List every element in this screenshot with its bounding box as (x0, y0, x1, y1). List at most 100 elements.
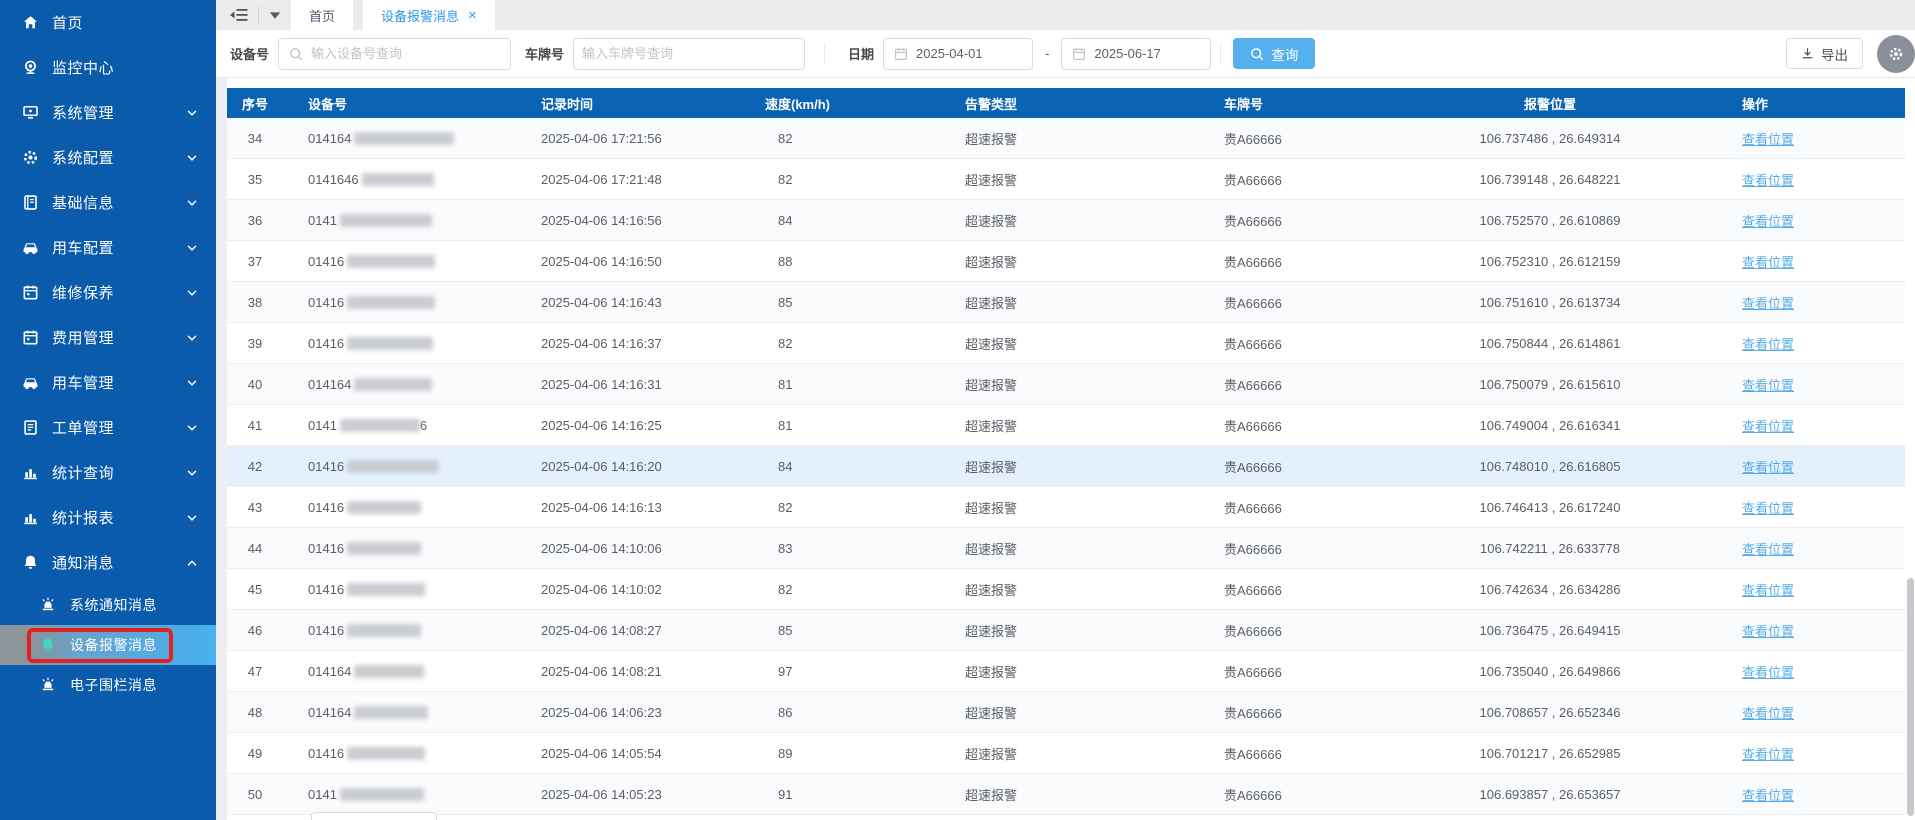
view-location-link[interactable]: 查看位置 (1742, 665, 1794, 680)
sidebar-item-work-order[interactable]: 工单管理 (0, 405, 216, 450)
sidebar-item-device-alarm[interactable]: 设备报警消息 (0, 625, 216, 665)
view-location-link[interactable]: 查看位置 (1742, 337, 1794, 352)
cell-device: 01416 (283, 486, 510, 528)
cell-action: 查看位置 (1680, 322, 1905, 364)
cell-speed: 82 (740, 568, 940, 610)
view-location-link[interactable]: 查看位置 (1742, 296, 1794, 311)
sidebar-item-efence[interactable]: 电子围栏消息 (0, 665, 216, 705)
chevron-down-icon (186, 287, 198, 299)
cell-device: 01416 (283, 445, 510, 487)
cell-alarm-type: 超速报警 (940, 322, 1190, 364)
sidebar-item-basic-info[interactable]: 基础信息 (0, 180, 216, 225)
cell-action: 查看位置 (1680, 158, 1905, 200)
cell-time: 2025-04-06 14:16:13 (510, 486, 740, 528)
table-row: 47 014164 2025-04-06 14:08:21 97 超速报警 贵A66666… (227, 650, 1905, 692)
sidebar-item-system-notification[interactable]: 系统通知消息 (0, 585, 216, 625)
cell-plate: 贵A66666 (1190, 445, 1420, 487)
date-from-input[interactable] (908, 46, 1033, 61)
view-location-link[interactable]: 查看位置 (1742, 706, 1794, 721)
table-panel: 序号 设备号 记录时间 速度(km/h) 告警类型 车牌号 报警位置 操作 34 014164 2… (227, 78, 1915, 820)
collapse-sidebar-icon[interactable] (229, 8, 248, 22)
tab-dropdown-caret-icon[interactable] (269, 11, 281, 20)
view-location-link[interactable]: 查看位置 (1742, 378, 1794, 393)
cell-seq: 42 (227, 445, 283, 487)
close-tab-icon[interactable]: × (468, 8, 477, 23)
sidebar-item-expense-management[interactable]: 费用管理 (0, 315, 216, 360)
view-location-link[interactable]: 查看位置 (1742, 460, 1794, 475)
pagination-page-size-select[interactable] (311, 812, 437, 820)
device-number: 0141646 (308, 171, 359, 187)
column-header-type: 告警类型 (940, 88, 1190, 118)
plate-label: 车牌号 (525, 47, 565, 62)
sidebar-item-system-management[interactable]: 系统管理 (0, 90, 216, 135)
chevron-down-icon (186, 197, 198, 209)
column-header-device: 设备号 (283, 88, 510, 118)
cell-position: 106.750079 , 26.615610 (1420, 363, 1680, 405)
chevron-down-icon (186, 332, 198, 344)
view-location-link[interactable]: 查看位置 (1742, 419, 1794, 434)
cell-alarm-type: 超速报警 (940, 568, 1190, 610)
cell-action: 查看位置 (1680, 568, 1905, 610)
date-to-input[interactable] (1086, 46, 1211, 61)
cell-seq: 40 (227, 363, 283, 405)
sidebar-item-label: 电子围栏消息 (70, 677, 157, 693)
tab-home[interactable]: 首页 (291, 0, 354, 30)
redacted-device-number (347, 500, 422, 514)
view-location-link[interactable]: 查看位置 (1742, 788, 1794, 803)
view-location-link[interactable]: 查看位置 (1742, 624, 1794, 639)
cell-action: 查看位置 (1680, 609, 1905, 651)
view-location-link[interactable]: 查看位置 (1742, 747, 1794, 762)
sidebar-item-system-config[interactable]: 系统配置 (0, 135, 216, 180)
view-location-link[interactable]: 查看位置 (1742, 501, 1794, 516)
view-location-link[interactable]: 查看位置 (1742, 132, 1794, 147)
export-button[interactable]: 导出 (1786, 38, 1863, 69)
settings-gear-button[interactable] (1877, 34, 1915, 73)
cell-time: 2025-04-06 17:21:56 (510, 118, 740, 159)
table-row: 49 01416 2025-04-06 14:05:54 89 超速报警 贵A66666 1… (227, 732, 1905, 774)
tab-device-alarm[interactable]: 设备报警消息 × (363, 0, 495, 30)
device-number-suffix: 6 (419, 417, 428, 433)
cell-speed: 91 (740, 773, 940, 815)
plate-search-input[interactable] (574, 46, 805, 61)
sidebar-item-stats-query[interactable]: 统计查询 (0, 450, 216, 495)
cell-seq: 36 (227, 199, 283, 241)
device-number: 014164 (308, 130, 352, 146)
cell-alarm-type: 超速报警 (940, 691, 1190, 733)
cell-time: 2025-04-06 14:16:56 (510, 199, 740, 241)
device-search-field (278, 37, 512, 70)
device-number: 0141 (308, 786, 337, 802)
redacted-device-number (347, 541, 422, 555)
cell-plate: 贵A66666 (1190, 732, 1420, 774)
sidebar-item-label: 通知消息 (52, 555, 115, 572)
sidebar-item-home[interactable]: 首页 (0, 0, 216, 45)
cell-device: 014164 (283, 691, 510, 733)
cell-alarm-type: 超速报警 (940, 486, 1190, 528)
cell-speed: 82 (740, 486, 940, 528)
cell-action: 查看位置 (1680, 650, 1905, 692)
sidebar-item-maintenance[interactable]: 维修保养 (0, 270, 216, 315)
vertical-scrollbar-thumb[interactable] (1907, 578, 1914, 816)
view-location-link[interactable]: 查看位置 (1742, 255, 1794, 270)
cell-plate: 贵A66666 (1190, 691, 1420, 733)
siren-icon (40, 677, 56, 693)
view-location-link[interactable]: 查看位置 (1742, 214, 1794, 229)
sidebar-item-monitor-center[interactable]: 监控中心 (0, 45, 216, 90)
home-icon (22, 14, 39, 31)
column-header-plate: 车牌号 (1190, 88, 1420, 118)
calendar-icon (894, 47, 908, 61)
sidebar-item-notification[interactable]: 通知消息 (0, 540, 216, 585)
redacted-device-number (361, 172, 434, 186)
view-location-link[interactable]: 查看位置 (1742, 583, 1794, 598)
date-from-field (883, 37, 1034, 70)
sidebar-item-vehicle-config[interactable]: 用车配置 (0, 225, 216, 270)
cell-alarm-type: 超速报警 (940, 609, 1190, 651)
view-location-link[interactable]: 查看位置 (1742, 542, 1794, 557)
sidebar-item-vehicle-management[interactable]: 用车管理 (0, 360, 216, 405)
view-location-link[interactable]: 查看位置 (1742, 173, 1794, 188)
redacted-device-number (339, 418, 420, 432)
search-button[interactable]: 查询 (1233, 38, 1316, 69)
column-header-speed: 速度(km/h) (740, 88, 940, 118)
cell-device: 01416 (283, 732, 510, 774)
sidebar-item-stats-report[interactable]: 统计报表 (0, 495, 216, 540)
device-search-input[interactable] (303, 46, 511, 61)
